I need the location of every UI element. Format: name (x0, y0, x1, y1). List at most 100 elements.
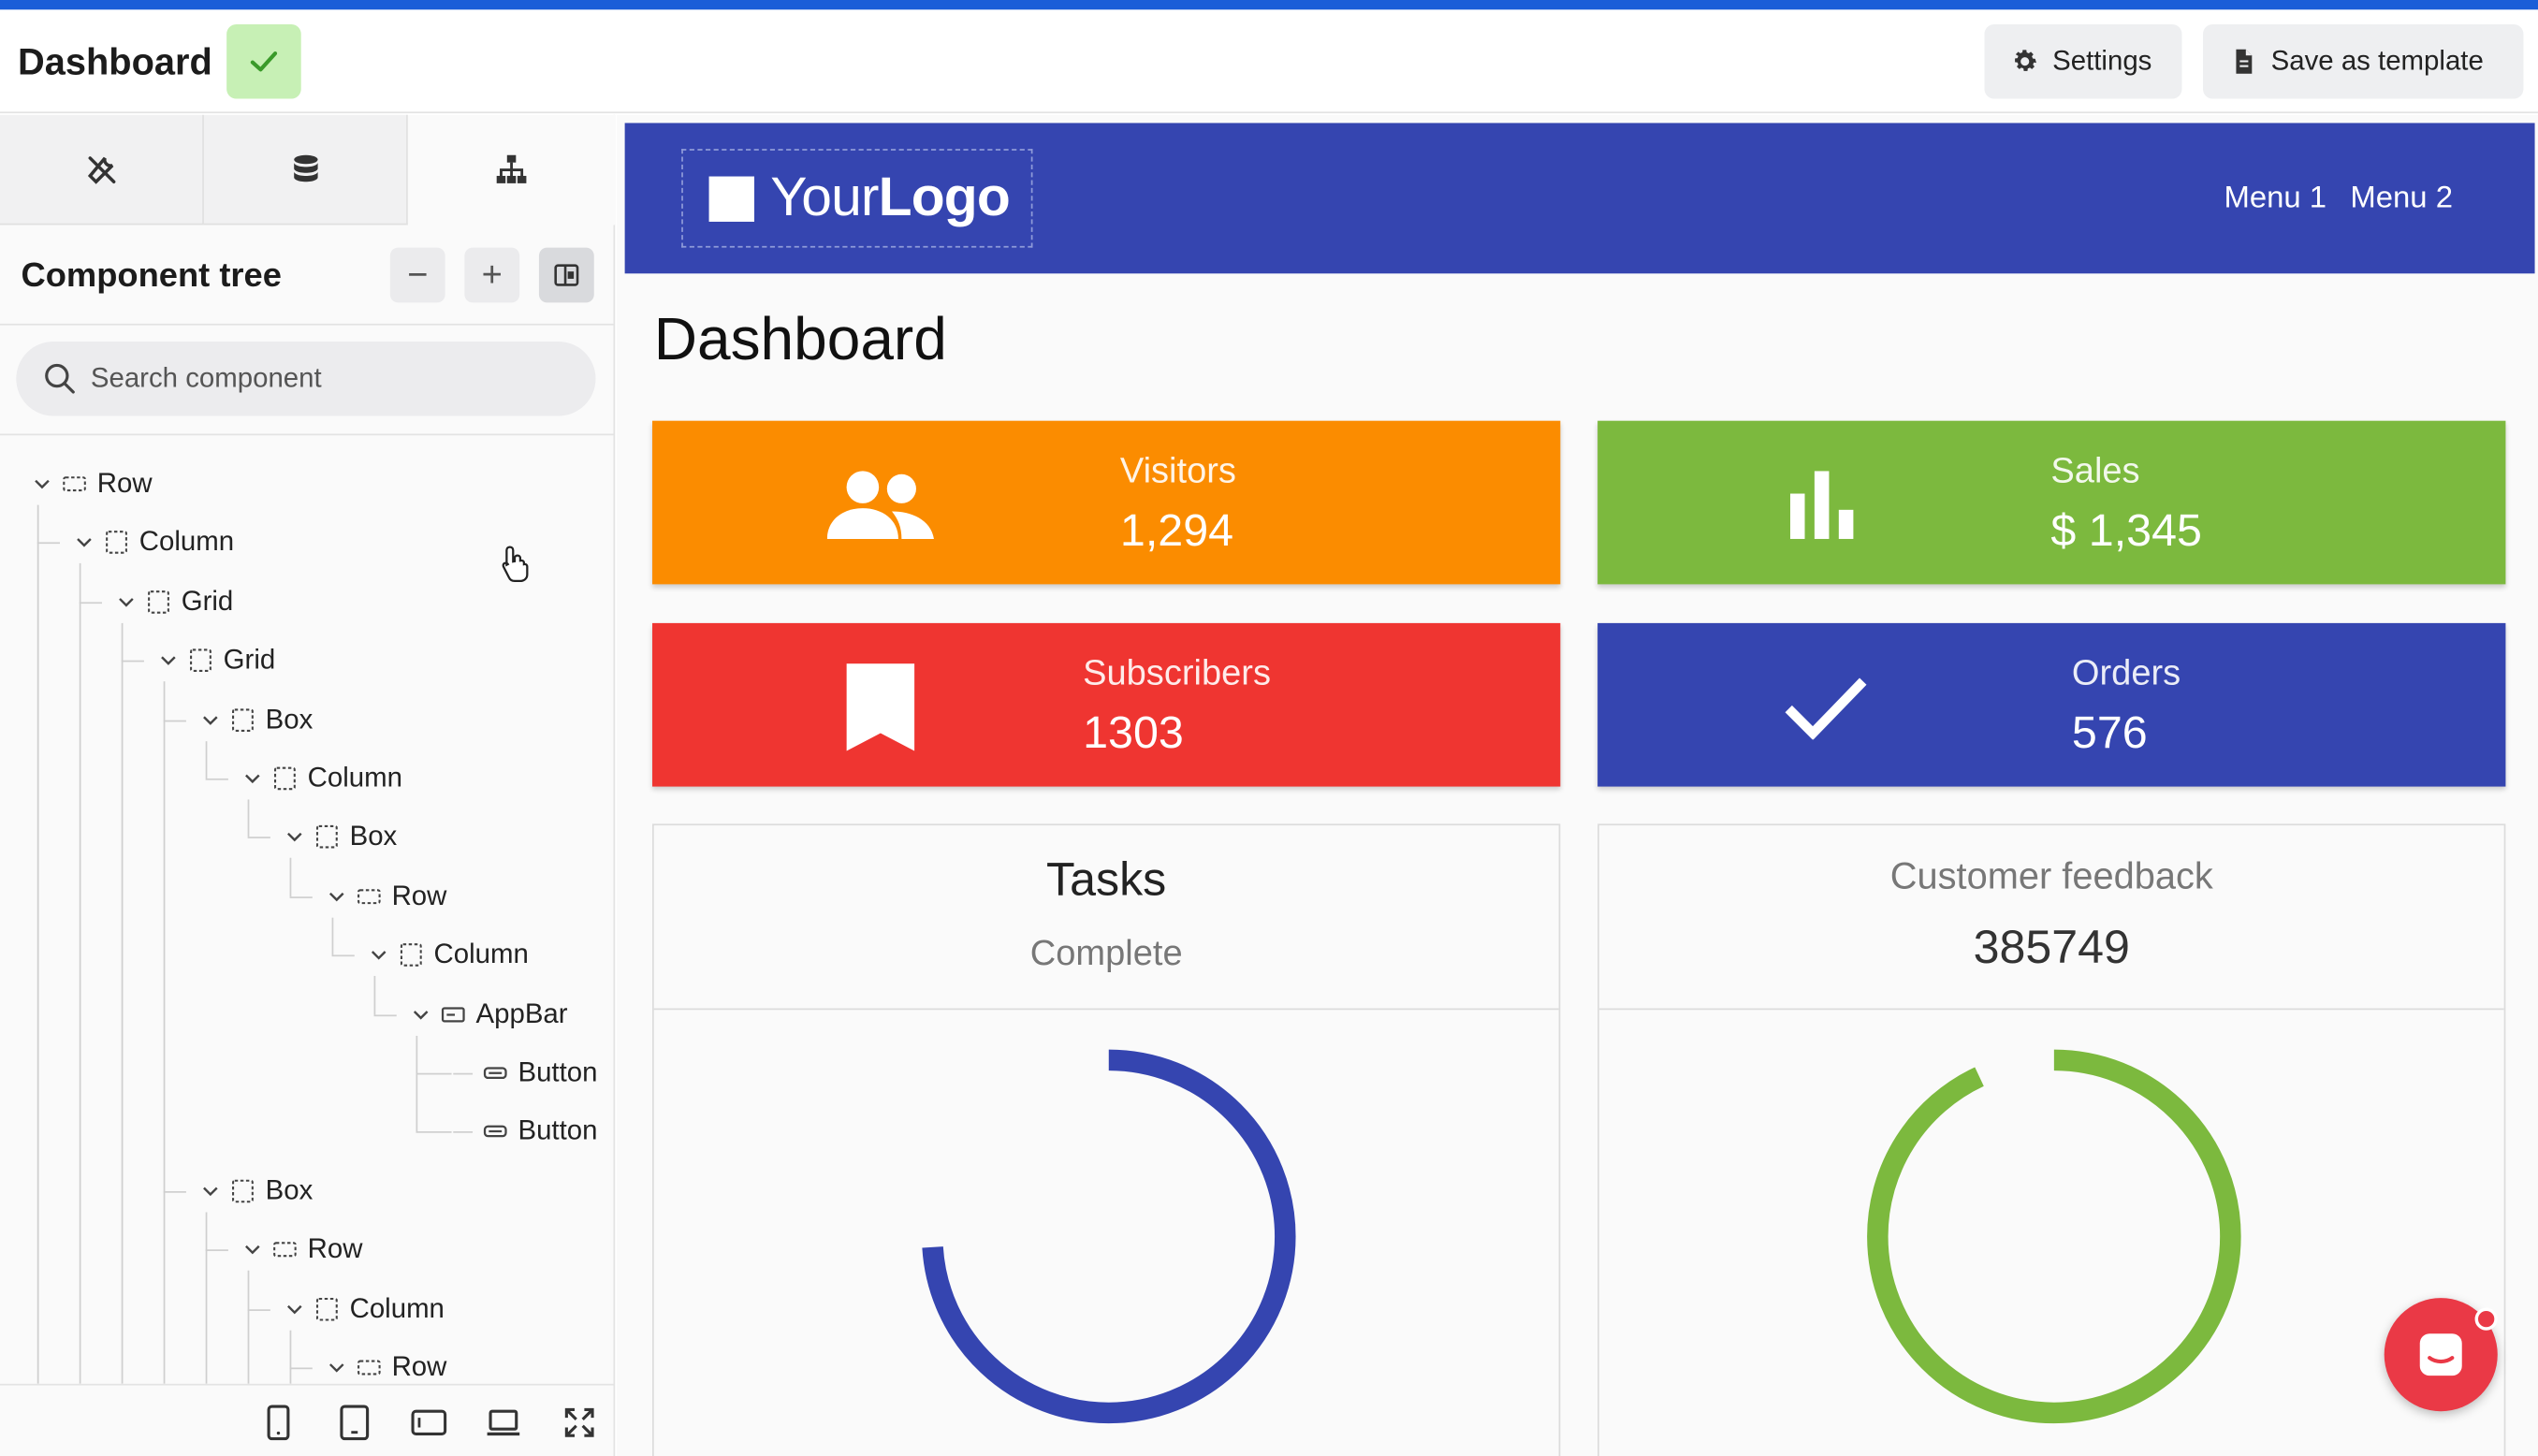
tree-node[interactable]: Button (453, 1049, 597, 1098)
tree-title: Component tree (21, 257, 282, 295)
chevron-down-icon[interactable] (327, 886, 346, 906)
tree-node[interactable]: Row (242, 1226, 362, 1274)
tree-branch-line (453, 1130, 474, 1133)
tasks-progress-ring (922, 1049, 1296, 1424)
tree-node-label: Column (139, 526, 235, 558)
chat-icon (2419, 1333, 2462, 1376)
tree-node[interactable]: Row (33, 459, 153, 508)
tree-guide-line (247, 799, 250, 837)
save-template-label: Save as template (2270, 45, 2484, 77)
chevron-down-icon[interactable] (117, 592, 137, 612)
tree-node[interactable]: Row (327, 872, 446, 921)
tablet-icon[interactable] (337, 1405, 372, 1441)
checkmark-icon (1769, 662, 1882, 752)
tree-node[interactable]: Box (200, 695, 313, 744)
saved-status-chip[interactable] (226, 23, 301, 99)
site-logo[interactable]: YourLogo (681, 149, 1033, 248)
tree-node[interactable]: Column (75, 518, 235, 567)
top-bar: Dashboard Settings Save as template (0, 9, 2538, 114)
chevron-down-icon[interactable] (200, 1181, 220, 1201)
tree-node[interactable]: Grid (117, 577, 234, 626)
chevron-down-icon[interactable] (284, 1299, 304, 1318)
tree-guide-line (373, 1013, 397, 1016)
column-icon (273, 766, 296, 791)
search-box[interactable] (16, 341, 596, 416)
tree-node-label: Button (518, 1056, 598, 1088)
stat-label: Sales (2050, 449, 2140, 491)
tab-tools[interactable] (0, 114, 204, 226)
chevron-down-icon[interactable] (159, 651, 179, 671)
site-header[interactable]: YourLogo Menu 1 Menu 2 (624, 123, 2535, 274)
tab-data[interactable] (203, 114, 408, 226)
search-input[interactable] (90, 362, 561, 396)
column-icon (400, 943, 422, 968)
row-icon (357, 888, 381, 904)
panel-toggle-button[interactable] (538, 247, 594, 303)
phone-icon[interactable] (260, 1405, 296, 1441)
tree-node-label: Box (265, 1174, 314, 1206)
collapse-all-button[interactable]: − (389, 247, 445, 303)
tree-node[interactable]: Button (453, 1108, 597, 1157)
stat-value: 576 (2071, 706, 2148, 758)
tasks-title: Tasks (1046, 854, 1167, 907)
tree-node[interactable]: Box (284, 813, 397, 862)
tree-node[interactable]: Row (327, 1344, 446, 1384)
tree-guide-line (121, 622, 124, 1384)
stat-card-visitors[interactable]: Visitors 1,294 (652, 420, 1561, 585)
laptop-icon[interactable] (486, 1405, 521, 1440)
stat-card-orders[interactable]: Orders 576 (1597, 622, 2506, 787)
tree-node-label: Grid (181, 585, 234, 617)
settings-button[interactable]: Settings (1984, 23, 2182, 99)
stat-card-sales[interactable]: Sales $ 1,345 (1597, 420, 2506, 585)
column-icon (315, 1297, 338, 1320)
tab-component-tree[interactable] (407, 114, 616, 226)
database-icon (293, 153, 317, 182)
tree-node-label: Column (349, 1292, 445, 1324)
tree-guide-line (247, 1271, 250, 1384)
site-menu-1[interactable]: Menu 1 (2224, 182, 2326, 217)
tree-node[interactable]: Column (369, 931, 529, 980)
stat-card-subscribers[interactable]: Subscribers 1303 (652, 622, 1561, 787)
tree-header: Component tree − + (0, 225, 614, 326)
chevron-down-icon[interactable] (327, 1358, 346, 1377)
tree-node-label: Button (518, 1115, 598, 1147)
tree-guide-line (247, 1308, 270, 1311)
grid-icon (148, 590, 169, 614)
tree-guide-line (289, 1330, 292, 1384)
chevron-down-icon[interactable] (33, 474, 52, 494)
tree-node-label: Column (307, 762, 402, 794)
fullscreen-icon[interactable] (562, 1405, 597, 1440)
stat-label: Visitors (1119, 449, 1236, 491)
tree-guide-line (331, 917, 334, 955)
chevron-down-icon[interactable] (200, 710, 220, 730)
top-accent-bar (0, 0, 2538, 10)
tree-node[interactable]: Box (200, 1167, 313, 1216)
row-icon (273, 1242, 297, 1258)
chevron-down-icon[interactable] (242, 1240, 262, 1259)
tree-node-label: Grid (223, 644, 276, 676)
chevron-down-icon[interactable] (284, 828, 304, 848)
search-icon (45, 363, 75, 394)
tree-node-label: Row (391, 880, 447, 911)
tasks-card[interactable]: Tasks Complete (652, 823, 1561, 1456)
save-as-template-button[interactable]: Save as template (2202, 23, 2524, 99)
stat-label: Orders (2071, 652, 2181, 693)
tree-guide-line (163, 681, 166, 1384)
tree-node[interactable]: Column (242, 754, 402, 803)
tree-node-label: AppBar (475, 997, 568, 1029)
chevron-down-icon[interactable] (75, 533, 95, 553)
column-icon (106, 531, 127, 555)
tree-guide-line (36, 504, 39, 1384)
expand-all-button[interactable]: + (464, 247, 520, 303)
customer-feedback-card[interactable]: Customer feedback 385749 (1597, 823, 2506, 1456)
chevron-down-icon[interactable] (411, 1004, 430, 1024)
tree-node[interactable]: AppBar (411, 990, 568, 1039)
tree-guide-line (289, 1367, 313, 1370)
chevron-down-icon[interactable] (369, 945, 388, 965)
site-menu-2[interactable]: Menu 2 (2350, 182, 2453, 217)
tree-node[interactable]: Grid (159, 636, 276, 685)
chevron-down-icon[interactable] (242, 769, 262, 789)
stat-label: Subscribers (1083, 652, 1272, 693)
tree-node[interactable]: Column (284, 1285, 445, 1333)
tablet-landscape-icon[interactable] (411, 1405, 447, 1440)
